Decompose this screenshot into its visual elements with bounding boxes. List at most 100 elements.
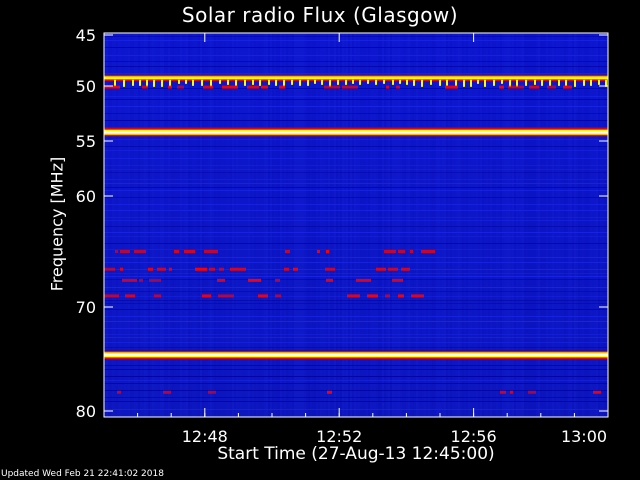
texture-streak [296, 33, 298, 417]
texture-streak [402, 33, 404, 417]
texture-streak [428, 33, 430, 417]
texture-streak [258, 33, 260, 417]
band-spike [201, 79, 203, 86]
texture-streak [356, 33, 358, 417]
texture-streak [166, 33, 168, 417]
texture-streak [434, 33, 436, 417]
texture-streak [512, 33, 514, 417]
texture-streak [248, 33, 250, 417]
texture-streak [516, 33, 518, 417]
band-dash [120, 267, 123, 271]
band-spike [392, 79, 394, 85]
band-spike [268, 79, 270, 85]
texture-streak [358, 33, 360, 417]
band-spike [275, 79, 277, 86]
texture-streak [220, 33, 222, 417]
band-spike [574, 79, 576, 87]
texture-streak [244, 33, 246, 417]
texture-streak [250, 33, 252, 417]
texture-streak [490, 33, 492, 417]
band-spike [541, 79, 543, 86]
texture-line [104, 150, 608, 151]
band-dash [203, 85, 213, 89]
texture-streak [236, 33, 238, 417]
texture-streak [110, 33, 112, 417]
texture-streak [168, 33, 170, 417]
band-dash [384, 250, 396, 253]
band-dash [401, 267, 410, 271]
texture-streak [306, 33, 308, 417]
band-dash [410, 250, 413, 253]
texture-streak [246, 33, 248, 417]
texture-streak [210, 33, 212, 417]
texture-line [104, 383, 608, 384]
texture-streak [292, 33, 294, 417]
band-spike [439, 79, 441, 86]
band-spike [227, 79, 229, 85]
band-spike [565, 79, 567, 86]
texture-streak [370, 33, 372, 417]
texture-streak [416, 33, 418, 417]
texture-streak [486, 33, 488, 417]
texture-streak [208, 33, 210, 417]
texture-streak [564, 33, 566, 417]
texture-streak [432, 33, 434, 417]
texture-streak [578, 33, 580, 417]
texture-streak [476, 33, 478, 417]
band-dash [398, 294, 404, 298]
emission-band [104, 350, 608, 359]
texture-streak [188, 33, 190, 417]
band-dash [284, 267, 289, 271]
band-spike [463, 79, 465, 87]
texture-streak [518, 33, 520, 417]
band-core [104, 353, 608, 356]
band-spike [352, 79, 354, 84]
texture-streak [540, 33, 542, 417]
texture-streak [144, 33, 146, 417]
texture-streak [184, 33, 186, 417]
texture-line [104, 169, 608, 170]
texture-streak [562, 33, 564, 417]
band-dash [204, 250, 218, 253]
band-dash [275, 278, 280, 282]
band-dash [208, 390, 216, 394]
band-dash [275, 294, 281, 298]
texture-streak [264, 33, 266, 417]
texture-streak [160, 33, 162, 417]
texture-streak [198, 33, 200, 417]
texture-streak [234, 33, 236, 417]
texture-streak [542, 33, 544, 417]
texture-streak [364, 33, 366, 417]
band-dash [247, 85, 259, 89]
texture-streak [260, 33, 262, 417]
texture-line [104, 172, 608, 173]
texture-line [104, 165, 608, 166]
texture-streak [474, 33, 476, 417]
texture-streak [180, 33, 182, 417]
texture-streak [366, 33, 368, 417]
texture-streak [286, 33, 288, 417]
texture-streak [340, 33, 342, 417]
band-dash [120, 250, 130, 253]
texture-line [104, 262, 608, 263]
band-dash [230, 267, 246, 271]
texture-streak [570, 33, 572, 417]
band-spike [139, 79, 141, 86]
texture-line [104, 303, 608, 304]
texture-streak [352, 33, 354, 417]
texture-streak [522, 33, 524, 417]
band-core [104, 76, 608, 80]
texture-streak [138, 33, 140, 417]
texture-line [104, 316, 608, 317]
texture-streak [164, 33, 166, 417]
texture-line [104, 61, 608, 62]
band-dash [157, 267, 166, 271]
texture-streak [566, 33, 568, 417]
texture-streak [496, 33, 498, 417]
texture-streak [312, 33, 314, 417]
texture-line [104, 273, 608, 274]
band-spike [525, 79, 527, 86]
texture-streak [222, 33, 224, 417]
texture-streak [348, 33, 350, 417]
texture-streak [120, 33, 122, 417]
